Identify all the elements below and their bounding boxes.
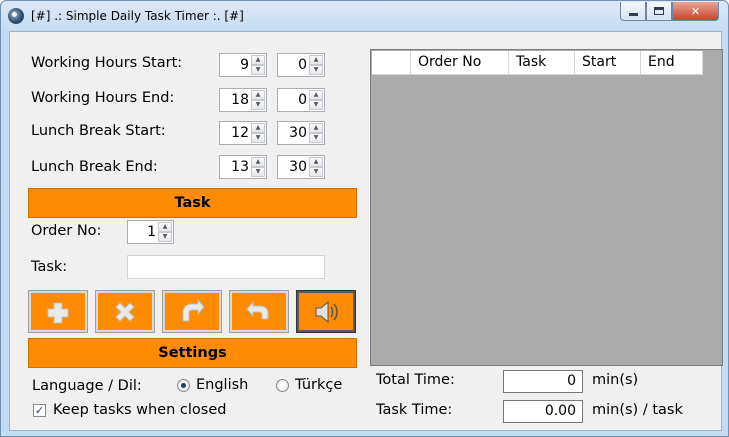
work-start-label: Working Hours Start: [31, 55, 183, 71]
close-button[interactable]: ✕ [672, 2, 719, 21]
grid-header: Order No Task Start End [372, 51, 703, 75]
task-label: Task: [31, 259, 68, 275]
minimize-icon [628, 12, 638, 16]
spinner-value: 13 [231, 159, 249, 175]
redo-button[interactable] [229, 290, 289, 333]
english-radio[interactable] [177, 379, 190, 392]
app-icon[interactable] [8, 8, 24, 24]
order-no-label: Order No: [31, 223, 102, 239]
redo-icon [246, 300, 269, 319]
keep-tasks-label[interactable]: Keep tasks when closed [53, 402, 226, 418]
lunch-end-hour-spinner[interactable]: 13 ▲ ▼ [219, 155, 267, 179]
spin-down-icon[interactable]: ▼ [309, 100, 323, 110]
task-grid[interactable]: Order No Task Start End [370, 49, 723, 366]
grid-corner [372, 51, 411, 75]
spinner-value: 30 [289, 159, 307, 175]
column-start[interactable]: Start [575, 51, 641, 75]
minimize-button[interactable] [620, 2, 646, 21]
lunch-start-hour-spinner[interactable]: 12 ▲ ▼ [219, 121, 267, 145]
total-time-field: 0 [503, 370, 583, 393]
work-end-minute-spinner[interactable]: 0 ▲ ▼ [277, 88, 325, 112]
total-time-unit: min(s) [592, 372, 639, 388]
spin-down-icon[interactable]: ▼ [158, 232, 172, 242]
speaker-icon [315, 300, 338, 323]
maximize-button[interactable] [646, 2, 672, 21]
settings-header: Settings [28, 338, 357, 368]
add-icon [47, 302, 69, 323]
spin-up-icon[interactable]: ▲ [309, 123, 323, 133]
spinner-value: 18 [231, 92, 249, 108]
column-order-no[interactable]: Order No [411, 51, 509, 75]
lunch-start-minute-spinner[interactable]: 30 ▲ ▼ [277, 121, 325, 145]
spin-up-icon[interactable]: ▲ [309, 90, 323, 100]
title-bar[interactable]: [#] .: Simple Daily Task Timer :. [#] ✕ [1, 1, 728, 31]
app-window: [#] .: Simple Daily Task Timer :. [#] ✕ … [0, 0, 729, 437]
spin-down-icon[interactable]: ▼ [251, 133, 265, 143]
spinner-value: 12 [231, 125, 249, 141]
column-task[interactable]: Task [509, 51, 575, 75]
spin-down-icon[interactable]: ▼ [309, 133, 323, 143]
spinner-value: 9 [240, 57, 249, 73]
spin-down-icon[interactable]: ▼ [251, 100, 265, 110]
language-label: Language / Dil: [32, 378, 142, 394]
spin-up-icon[interactable]: ▲ [309, 157, 323, 167]
lunch-end-minute-spinner[interactable]: 30 ▲ ▼ [277, 155, 325, 179]
lunch-end-label: Lunch Break End: [31, 159, 158, 175]
spin-up-icon[interactable]: ▲ [309, 55, 323, 65]
task-header: Task [28, 188, 357, 218]
close-icon: ✕ [690, 4, 701, 18]
spin-down-icon[interactable]: ▼ [251, 167, 265, 177]
keep-tasks-checkbox[interactable]: ✓ [33, 404, 46, 417]
spinner-value: 30 [289, 125, 307, 141]
spinner-value: 0 [298, 57, 307, 73]
delete-icon [115, 301, 135, 322]
task-time-label: Task Time: [376, 402, 453, 418]
spin-down-icon[interactable]: ▼ [309, 167, 323, 177]
spin-up-icon[interactable]: ▲ [251, 123, 265, 133]
spin-up-icon[interactable]: ▲ [251, 157, 265, 167]
turkish-radio[interactable] [276, 379, 289, 392]
spin-down-icon[interactable]: ▼ [309, 65, 323, 75]
spin-down-icon[interactable]: ▼ [251, 65, 265, 75]
undo-button[interactable] [162, 290, 222, 333]
task-time-unit: min(s) / task [592, 402, 683, 418]
english-label[interactable]: English [196, 377, 248, 393]
maximize-icon [654, 7, 664, 15]
work-start-hour-spinner[interactable]: 9 ▲ ▼ [219, 53, 267, 77]
task-time-field: 0.00 [503, 400, 583, 423]
lunch-start-label: Lunch Break Start: [31, 123, 166, 139]
client-area: Working Hours Start: 9 ▲ ▼ 0 ▲ ▼ Working H… [9, 31, 723, 431]
sound-toggle-button[interactable] [296, 290, 356, 333]
total-time-label: Total Time: [376, 372, 455, 388]
spinner-value: 1 [147, 224, 156, 240]
order-no-spinner[interactable]: 1 ▲ ▼ [127, 220, 174, 244]
work-end-label: Working Hours End: [31, 90, 175, 106]
undo-icon [182, 298, 205, 321]
task-input[interactable] [127, 255, 325, 279]
spinner-value: 0 [298, 92, 307, 108]
work-end-hour-spinner[interactable]: 18 ▲ ▼ [219, 88, 267, 112]
spin-up-icon[interactable]: ▲ [251, 55, 265, 65]
add-task-button[interactable] [28, 290, 88, 333]
window-title: [#] .: Simple Daily Task Timer :. [#] [31, 9, 244, 23]
column-end[interactable]: End [641, 51, 703, 75]
checkmark-icon: ✓ [34, 404, 45, 417]
spin-up-icon[interactable]: ▲ [251, 90, 265, 100]
spin-up-icon[interactable]: ▲ [158, 222, 172, 232]
work-start-minute-spinner[interactable]: 0 ▲ ▼ [277, 53, 325, 77]
turkish-label[interactable]: Türkçe [295, 377, 342, 393]
delete-task-button[interactable] [95, 290, 155, 333]
